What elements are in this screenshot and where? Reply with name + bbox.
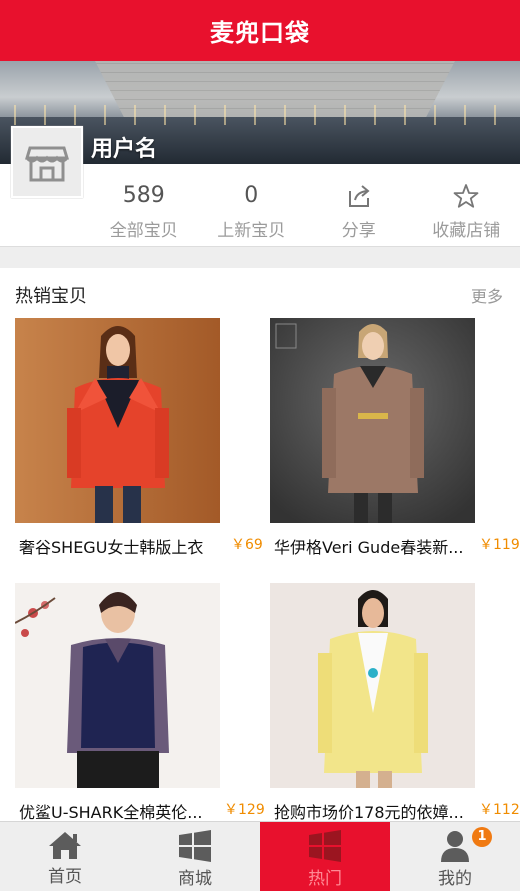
product-card[interactable]: 奢谷SHEGU女士韩版上衣 ￥69 [15, 318, 263, 557]
store-avatar[interactable] [11, 126, 83, 198]
windows-grid-icon [179, 830, 211, 862]
nav-home-label: 首页 [48, 867, 82, 887]
product-card[interactable]: 华伊格Veri Gude春装新... ￥119 [270, 318, 520, 557]
windows-grid-icon [309, 830, 341, 862]
product-price: ￥119 [479, 537, 520, 553]
store-username: 用户名 [91, 137, 158, 162]
notification-badge: 1 [472, 827, 492, 847]
product-card[interactable]: 抢购市场价178元的依嫜... ￥112 [270, 583, 520, 822]
bottom-nav: 首页 商城 热门 1 我的 [0, 821, 520, 891]
banner-lights-image [0, 105, 520, 125]
nav-home[interactable]: 首页 [0, 822, 130, 891]
all-items-count: 589 [122, 183, 165, 208]
app-screen: 麦兜口袋 用户名 589 全部宝贝 0 上新宝贝 分享 收藏店铺 热销宝贝 更多… [0, 0, 520, 891]
share-label: 分享 [341, 221, 376, 241]
section-title: 热销宝贝 [15, 286, 87, 307]
share-button[interactable]: 分享 [305, 166, 413, 246]
store-icon [25, 146, 69, 182]
new-items-label: 上新宝贝 [217, 221, 286, 241]
favorite-store-label: 收藏店铺 [432, 221, 501, 241]
more-link[interactable]: 更多 [471, 283, 503, 307]
nav-mall-label: 商城 [178, 869, 212, 889]
camel-coat-photo[interactable] [270, 318, 475, 523]
stat-all-items[interactable]: 589 全部宝贝 [90, 166, 198, 246]
all-items-label: 全部宝贝 [109, 221, 178, 241]
product-name: 华伊格Veri Gude春装新... [274, 538, 464, 557]
new-items-count: 0 [244, 183, 259, 208]
app-title: 麦兜口袋 [210, 19, 310, 47]
store-stats: 589 全部宝贝 0 上新宝贝 分享 收藏店铺 [90, 166, 520, 246]
share-icon [346, 182, 372, 210]
nav-hot[interactable]: 热门 [260, 822, 390, 891]
nav-mine-label: 我的 [438, 869, 472, 889]
home-icon [49, 832, 81, 859]
user-icon [441, 831, 469, 862]
product-card[interactable]: 优鲨U-SHARK全棉英伦... ￥129 [15, 583, 265, 822]
product-name: 优鲨U-SHARK全棉英伦... [19, 803, 203, 822]
product-price: ￥129 [224, 802, 265, 818]
top-bar: 麦兜口袋 [0, 0, 520, 61]
product-name: 奢谷SHEGU女士韩版上衣 [19, 538, 204, 557]
favorite-store-button[interactable]: 收藏店铺 [413, 166, 520, 246]
yellow-coat-photo[interactable] [270, 583, 475, 788]
nav-hot-label: 热门 [308, 869, 342, 889]
nav-mine[interactable]: 1 我的 [390, 822, 520, 891]
hot-items-header: 热销宝贝 更多 [0, 278, 520, 312]
floral-blouse-vest-photo[interactable] [15, 583, 220, 788]
product-price: ￥69 [231, 537, 263, 553]
product-price: ￥112 [479, 802, 520, 818]
section-divider [0, 246, 520, 268]
nav-mall[interactable]: 商城 [130, 822, 260, 891]
product-name: 抢购市场价178元的依嫜... [274, 803, 464, 822]
star-icon [453, 182, 479, 210]
stat-new-items[interactable]: 0 上新宝贝 [198, 166, 306, 246]
red-coat-photo[interactable] [15, 318, 220, 523]
